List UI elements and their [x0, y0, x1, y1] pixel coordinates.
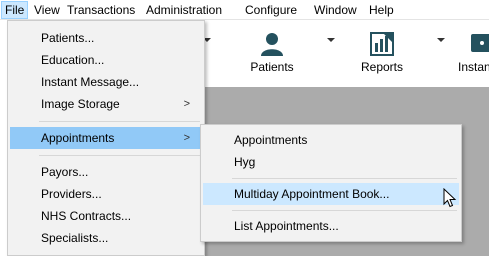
menu-item-label: Providers... — [41, 187, 102, 201]
menu-item-nhs-contracts[interactable]: NHS Contracts... — [10, 205, 202, 227]
reports-chart-icon — [370, 32, 394, 56]
menu-item-label: List Appointments... — [234, 219, 339, 233]
menu-item-label: Education... — [41, 53, 105, 67]
message-icon — [471, 34, 489, 52]
menu-separator — [39, 121, 200, 122]
submenu-arrow-icon: > — [183, 98, 190, 110]
menu-item-patients[interactable]: Patients... — [10, 27, 202, 49]
menu-separator — [232, 178, 457, 179]
patient-icon — [261, 33, 283, 56]
patients-button[interactable]: Patients — [245, 32, 299, 74]
submenu-item-appointments[interactable]: Appointments — [203, 129, 459, 151]
menu-administration[interactable]: Administration — [146, 3, 222, 19]
menu-item-instant-message[interactable]: Instant Message... — [10, 71, 202, 93]
menu-item-label: Hyg — [234, 155, 256, 169]
menu-item-appointments[interactable]: Appointments > — [10, 127, 202, 149]
file-menu: Patients... Education... Instant Message… — [7, 20, 205, 256]
instant-label: Instant — [458, 60, 489, 74]
menu-item-specialists[interactable]: Specialists... — [10, 227, 202, 249]
submenu-arrow-icon: > — [183, 132, 190, 144]
submenu-item-multiday-appointment-book[interactable]: Multiday Appointment Book... — [203, 183, 459, 205]
menu-item-label: Patients... — [41, 31, 95, 45]
menu-transactions[interactable]: Transactions — [67, 3, 135, 19]
menu-window[interactable]: Window — [314, 3, 357, 19]
menu-separator — [232, 210, 457, 211]
menu-item-label: Instant Message... — [41, 75, 140, 89]
menu-file[interactable]: File — [1, 1, 29, 19]
instant-message-button[interactable]: Instant — [452, 32, 489, 74]
menu-item-providers[interactable]: Providers... — [10, 183, 202, 205]
menu-configure[interactable]: Configure — [245, 3, 297, 19]
mouse-pointer-icon — [443, 188, 457, 208]
submenu-item-hyg[interactable]: Hyg — [203, 151, 459, 173]
menu-separator — [39, 155, 200, 156]
menu-item-label: NHS Contracts... — [41, 209, 132, 223]
appointments-submenu: Appointments Hyg Multiday Appointment Bo… — [200, 124, 462, 242]
menu-item-payors[interactable]: Payors... — [10, 161, 202, 183]
menu-item-label: Appointments — [234, 133, 308, 147]
menu-item-education[interactable]: Education... — [10, 49, 202, 71]
reports-button[interactable]: Reports — [355, 32, 409, 74]
menu-item-label: Appointments — [41, 131, 115, 145]
submenu-item-list-appointments[interactable]: List Appointments... — [203, 215, 459, 237]
patients-label: Patients — [250, 60, 294, 74]
reports-dropdown-caret-icon[interactable] — [437, 38, 445, 42]
menu-item-label: Multiday Appointment Book... — [234, 187, 390, 201]
menu-help[interactable]: Help — [369, 3, 394, 19]
reports-label: Reports — [360, 60, 404, 74]
menu-item-label: Payors... — [41, 165, 89, 179]
menu-item-label: Image Storage — [41, 97, 120, 111]
patients-dropdown-caret-icon[interactable] — [327, 38, 335, 42]
menu-item-image-storage[interactable]: Image Storage > — [10, 93, 202, 115]
menu-view[interactable]: View — [34, 3, 60, 19]
menu-bar: File View Transactions Administration Co… — [0, 0, 489, 20]
menu-item-label: Specialists... — [41, 231, 109, 245]
